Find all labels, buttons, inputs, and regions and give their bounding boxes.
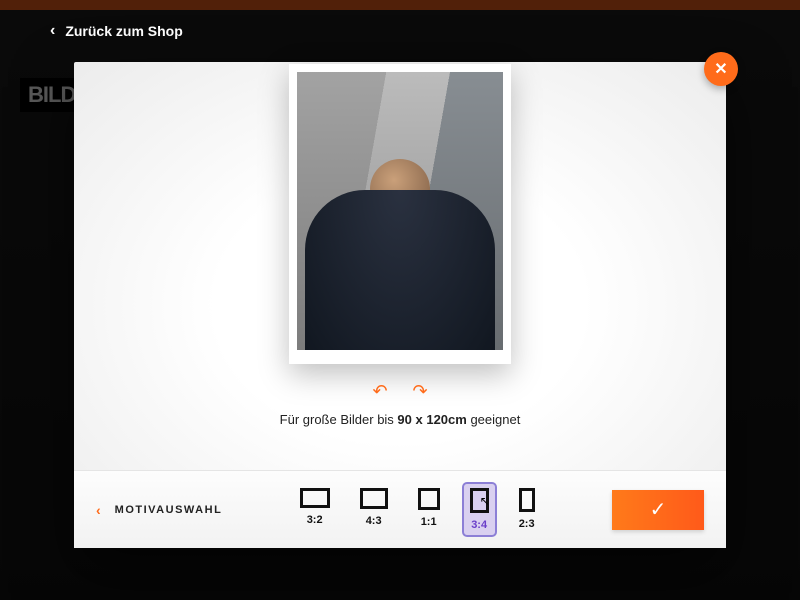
rotate-cw-icon: ↷ xyxy=(412,381,427,402)
rotate-ccw-button[interactable]: ↶ xyxy=(367,378,393,404)
ratio-label: 3:4 xyxy=(471,519,487,531)
close-icon: ✕ xyxy=(714,59,727,79)
aspect-ratio-3-4[interactable]: 3:4↖ xyxy=(464,484,495,535)
confirm-button[interactable]: ✓ xyxy=(612,490,704,530)
chevron-left-icon: ‹ xyxy=(96,502,101,518)
back-label: Zurück zum Shop xyxy=(65,23,182,39)
ratio-shape-icon xyxy=(300,488,330,508)
chevron-left-icon: ‹ xyxy=(50,22,55,40)
aspect-ratio-4-3[interactable]: 4:3 xyxy=(354,484,394,535)
size-hint: Für große Bilder bis 90 x 120cm geeignet xyxy=(280,412,521,427)
aspect-ratio-2-3[interactable]: 2:3 xyxy=(513,484,541,535)
prev-step-button[interactable]: ‹ MOTIVAUSWAHL xyxy=(96,502,222,518)
ratio-label: 2:3 xyxy=(519,518,535,530)
rotate-ccw-icon: ↶ xyxy=(372,381,387,402)
prev-step-label: MOTIVAUSWAHL xyxy=(115,504,223,516)
ratio-shape-icon xyxy=(360,488,388,509)
check-icon: ✓ xyxy=(650,497,667,522)
ratio-shape-icon xyxy=(470,488,489,513)
ratio-shape-icon xyxy=(418,488,440,510)
modal-footer: ‹ MOTIVAUSWAHL 3:2 4:3 1:1 3:4↖ 2:3 ✓ xyxy=(74,470,726,548)
close-button[interactable]: ✕ xyxy=(704,52,738,86)
back-to-shop-link[interactable]: ‹ Zurück zum Shop xyxy=(50,22,183,40)
crop-modal: ↶ ↷ Für große Bilder bis 90 x 120cm geei… xyxy=(74,62,726,548)
canvas-frame xyxy=(289,64,511,364)
preview-area: ↶ ↷ Für große Bilder bis 90 x 120cm geei… xyxy=(74,62,726,470)
aspect-ratio-group: 3:2 4:3 1:1 3:4↖ 2:3 xyxy=(240,484,594,535)
aspect-ratio-3-2[interactable]: 3:2 xyxy=(294,484,336,535)
ratio-label: 4:3 xyxy=(366,515,382,527)
rotate-controls: ↶ ↷ xyxy=(367,378,433,404)
uploaded-image[interactable] xyxy=(297,72,503,350)
ratio-shape-icon xyxy=(519,488,535,512)
ratio-label: 3:2 xyxy=(307,514,323,526)
ratio-label: 1:1 xyxy=(421,516,437,528)
aspect-ratio-1-1[interactable]: 1:1 xyxy=(412,484,446,535)
rotate-cw-button[interactable]: ↷ xyxy=(407,378,433,404)
